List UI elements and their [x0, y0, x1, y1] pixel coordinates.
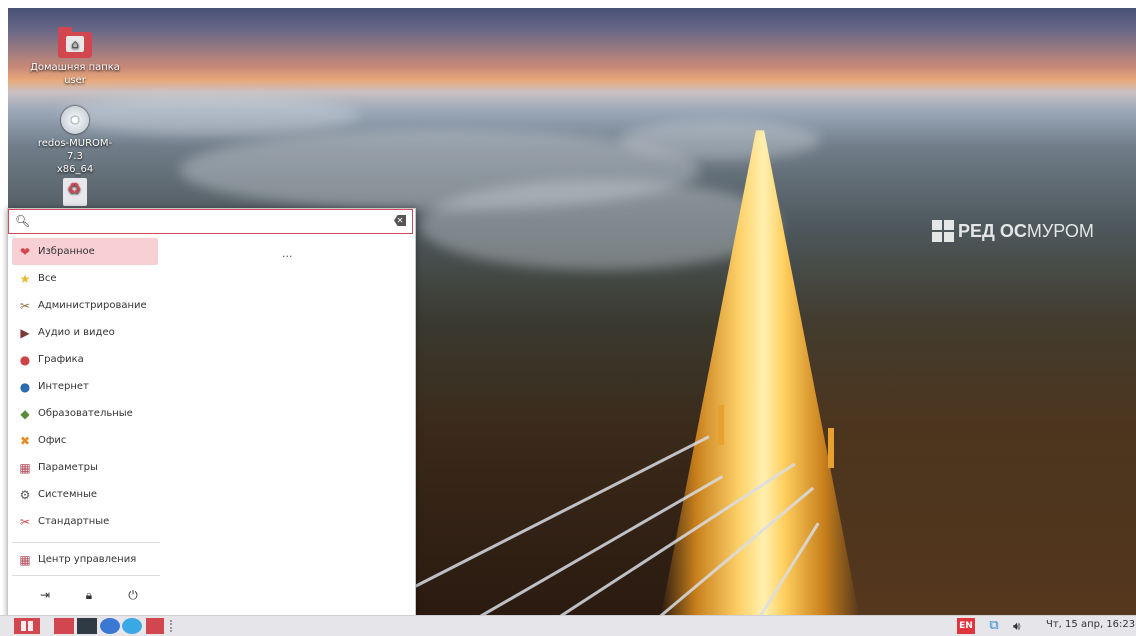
control-center-button[interactable]: ▦ Центр управления	[12, 546, 158, 573]
category-list: ❤ Избранное ★ Все ✂ Администрирование ▶ …	[12, 238, 158, 535]
category-internet[interactable]: ● Интернет	[12, 373, 158, 400]
category-graphics[interactable]: ● Графика	[12, 346, 158, 373]
app-list-placeholder: ...	[282, 247, 293, 260]
volume-icon[interactable]: 🔊︎	[1013, 618, 1029, 634]
tools-icon: ✂	[19, 298, 31, 313]
fog-layer	[620, 120, 820, 160]
desktop-icon-disc[interactable]: redos-MUROM-7.3 x86_64	[30, 106, 120, 176]
globe-icon: ●	[19, 379, 31, 394]
fog-layer	[420, 180, 780, 270]
taskbar: EN ⧉ 🔊︎ Чт, 15 апр, 16:23	[0, 615, 1136, 636]
search-input[interactable]	[31, 213, 385, 232]
menu-divider	[12, 575, 160, 576]
logout-icon[interactable]: ⇥	[36, 586, 54, 604]
category-label: Параметры	[38, 462, 98, 473]
category-label: Интернет	[38, 381, 89, 392]
bridge-tower	[718, 405, 724, 445]
terminal-launcher-icon[interactable]	[77, 618, 97, 634]
category-all[interactable]: ★ Все	[12, 265, 158, 292]
category-label: Аудио и видео	[38, 327, 115, 338]
power-icon[interactable]: ⏻	[124, 586, 142, 604]
accessories-icon: ✂	[19, 514, 31, 529]
browser-launcher-icon[interactable]	[100, 618, 120, 634]
application-menu: 🔍︎ ✕ ❤ Избранное ★ Все ✂ Администрирован…	[7, 208, 416, 618]
desktop-icon-label: redos-MUROM-7.3	[37, 138, 113, 162]
film-icon: ▶	[20, 325, 30, 340]
desktop-icon-label: user	[64, 75, 86, 86]
category-accessories[interactable]: ✂ Стандартные	[12, 508, 158, 535]
menu-search-box[interactable]: 🔍︎ ✕	[8, 209, 413, 234]
palette-icon: ●	[19, 352, 31, 367]
control-center-item[interactable]: ▦ Центр управления	[12, 546, 158, 573]
disc-icon	[61, 106, 89, 134]
control-center-icon: ▦	[19, 552, 31, 567]
clock[interactable]: Чт, 15 апр, 16:23	[1046, 619, 1135, 630]
search-launcher-icon[interactable]	[122, 618, 142, 634]
office-icon: ✖	[19, 433, 31, 448]
brand-name-part1: РЕД ОС	[958, 220, 1027, 241]
education-icon: ◆	[20, 406, 30, 421]
start-menu-button[interactable]	[14, 618, 40, 634]
category-label: Графика	[38, 354, 84, 365]
brand-name-part2: МУРОМ	[1026, 220, 1094, 241]
lock-icon[interactable]: 🔒︎	[80, 586, 98, 604]
system-gears-icon: ⚙	[19, 487, 31, 502]
field-area	[800, 230, 1136, 615]
keyboard-layout-indicator[interactable]: EN	[957, 618, 975, 634]
category-favorites[interactable]: ❤ Избранное	[12, 238, 158, 265]
brand-watermark: РЕД ОС МУРОМ	[932, 220, 1094, 242]
bridge-cable	[414, 435, 710, 588]
bridge-tower	[828, 428, 834, 468]
desktop-icon-label: x86_64	[56, 164, 94, 175]
category-label: Все	[38, 273, 57, 284]
settings-icon: ▦	[19, 460, 31, 475]
category-education[interactable]: ◆ Образовательные	[12, 400, 158, 427]
network-icon[interactable]: ⧉	[982, 618, 1006, 634]
category-label: Системные	[38, 489, 98, 500]
home-folder-icon: ⌂	[58, 27, 92, 58]
star-icon: ★	[19, 271, 31, 286]
category-label: Избранное	[38, 246, 95, 257]
category-system[interactable]: ⚙ Системные	[12, 481, 158, 508]
file-manager-launcher-icon[interactable]	[54, 618, 74, 634]
category-settings[interactable]: ▦ Параметры	[12, 454, 158, 481]
taskbar-separator	[170, 620, 174, 632]
control-center-label: Центр управления	[38, 554, 137, 565]
desktop-icon-home[interactable]: ⌂ Домашняя папка user	[30, 27, 120, 87]
search-icon: 🔍︎	[15, 214, 31, 228]
desktop-icon-label: Домашняя папка	[30, 62, 120, 73]
category-office[interactable]: ✖ Офис	[12, 427, 158, 454]
menu-divider	[12, 542, 160, 543]
desktop-icon-trash[interactable]	[30, 178, 120, 209]
category-label: Образовательные	[38, 408, 133, 419]
category-label: Стандартные	[38, 516, 110, 527]
app-launcher-icon[interactable]	[146, 618, 164, 634]
category-label: Офис	[38, 435, 67, 446]
category-administration[interactable]: ✂ Администрирование	[12, 292, 158, 319]
category-label: Администрирование	[38, 300, 147, 311]
heart-icon: ❤	[19, 244, 31, 259]
brand-logo-icon	[932, 220, 954, 242]
category-audio-video[interactable]: ▶ Аудио и видео	[12, 319, 158, 346]
clear-search-icon[interactable]: ✕	[394, 215, 406, 226]
screen-border	[0, 0, 1136, 8]
trash-icon	[63, 178, 87, 206]
session-actions: ⇥ 🔒︎ ⏻	[36, 586, 142, 604]
